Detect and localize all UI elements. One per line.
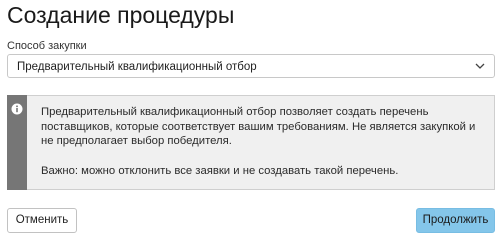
- page-title: Создание процедуры: [7, 2, 235, 28]
- procurement-method-value: Предварительный квалификационный отбор: [17, 61, 257, 73]
- cancel-button[interactable]: Отменить: [7, 208, 77, 233]
- info-icon: [11, 103, 23, 115]
- procurement-method-select[interactable]: Предварительный квалификационный отбор: [7, 54, 495, 78]
- info-note: Важно: можно отклонить все заявки и не с…: [41, 164, 399, 177]
- continue-button[interactable]: Продолжить: [416, 208, 495, 233]
- info-strip: [7, 95, 27, 190]
- info-description: Предварительный квалификационный отбор п…: [41, 106, 476, 147]
- info-panel: Предварительный квалификационный отбор п…: [7, 95, 495, 190]
- info-message: Предварительный квалификационный отбор п…: [41, 105, 481, 178]
- chevron-down-icon[interactable]: [475, 62, 485, 70]
- procurement-method-label: Способ закупки: [7, 40, 87, 52]
